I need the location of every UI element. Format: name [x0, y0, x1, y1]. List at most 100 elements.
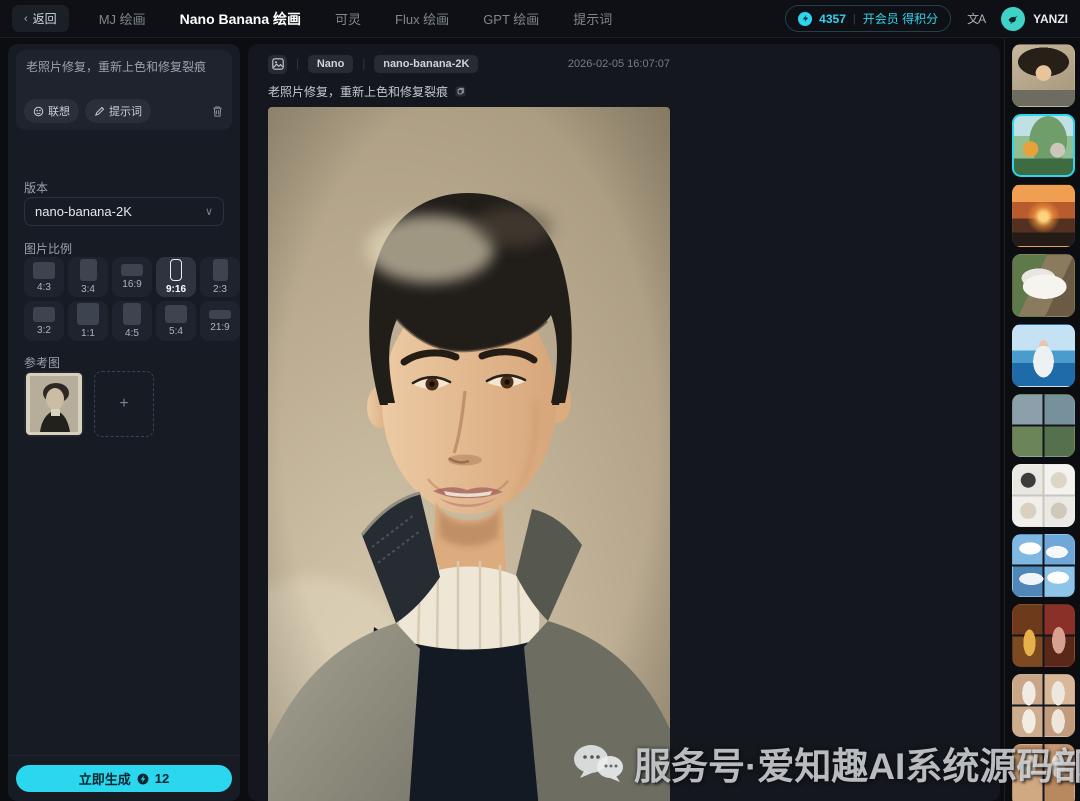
prompt-helper-label: 提示词	[109, 106, 142, 118]
history-thumbnail-shoes-grid[interactable]	[1012, 464, 1075, 527]
history-thumbnail-girl-by-sea[interactable]	[1012, 324, 1075, 387]
history-gallery	[1004, 38, 1080, 801]
copy-icon[interactable]	[454, 85, 467, 98]
cost-coin-icon	[137, 773, 149, 784]
tab-GPT 绘画[interactable]: GPT 绘画	[483, 9, 539, 28]
reference-label: 参考图	[24, 356, 61, 370]
avatar	[1001, 6, 1026, 31]
ratio-tile-label: 5:4	[169, 326, 183, 337]
ratio-shape-icon	[170, 259, 182, 281]
username: YANZI	[1033, 11, 1068, 26]
navbar-right: 4357 | 开会员 得积分 文A YANZI	[785, 5, 1068, 32]
membership-link[interactable]: 开会员 得积分	[863, 10, 938, 27]
tab-可灵[interactable]: 可灵	[335, 9, 361, 28]
ratio-tile-label: 9:16	[165, 284, 186, 295]
reference-row: +	[24, 371, 154, 437]
divider: |	[362, 58, 366, 70]
translate-icon[interactable]: 文A	[967, 10, 986, 27]
history-thumbnail-stream-rocks-grid[interactable]	[1012, 394, 1075, 457]
ratio-tile-label: 16:9	[122, 279, 142, 290]
generated-image[interactable]	[268, 107, 670, 801]
add-reference-button[interactable]: +	[94, 371, 154, 437]
ratio-tile-2:3[interactable]: 2:3	[200, 257, 240, 297]
tab-Flux 绘画[interactable]: Flux 绘画	[395, 9, 449, 28]
ratio-tile-label: 4:3	[37, 281, 51, 293]
model-badge: Nano	[307, 55, 354, 73]
ratio-tile-label: 1:1	[81, 328, 95, 339]
associate-button[interactable]: 联想	[24, 99, 79, 123]
version-select[interactable]: nano-banana-2K ∨	[24, 197, 224, 226]
version-badge: nano-banana-2K	[374, 55, 479, 73]
ratio-tile-3:4[interactable]: 3:4	[68, 257, 108, 297]
image-type-icon	[268, 54, 287, 74]
ratio-shape-icon	[33, 261, 55, 279]
coin-icon	[798, 11, 813, 26]
ratio-shape-icon	[33, 306, 55, 322]
ratio-grid: 4:3 3:4 16:9 9:16 2:3 3:2 1:1 4:5 5:4 21:9	[24, 257, 240, 341]
back-label: 返回	[32, 12, 57, 26]
history-thumbnail-white-sneaker[interactable]	[1012, 254, 1075, 317]
history-thumbnail-monkey-king[interactable]	[1012, 114, 1075, 177]
prompt-input[interactable]: 老照片修复，重新上色和修复裂痕	[26, 58, 222, 96]
ratio-tile-9:16[interactable]: 9:16	[156, 257, 196, 297]
ratio-shape-icon	[209, 309, 231, 319]
pen-icon	[95, 106, 105, 116]
ratio-tile-16:9[interactable]: 16:9	[112, 257, 152, 297]
prompt-toolbar: 联想 提示词	[24, 99, 224, 123]
ratio-shape-icon	[77, 303, 99, 325]
tab-MJ 绘画[interactable]: MJ 绘画	[99, 9, 146, 28]
version-label: 版本	[24, 181, 49, 195]
ratio-tile-label: 2:3	[213, 284, 227, 295]
main-panel: | Nano | nano-banana-2K 2026-02-05 16:07…	[248, 44, 1000, 801]
tab-Nano Banana 绘画[interactable]: Nano Banana 绘画	[180, 9, 301, 29]
ratio-tile-label: 3:2	[37, 324, 51, 336]
magic-icon	[33, 106, 44, 116]
message-header: | Nano | nano-banana-2K 2026-02-05 16:07…	[268, 54, 670, 74]
user-menu[interactable]: YANZI	[1001, 6, 1068, 31]
credits-pill[interactable]: 4357 | 开会员 得积分	[785, 5, 952, 32]
nav-tabs: MJ 绘画 Nano Banana 绘画 可灵 Flux 绘画 GPT 绘画 提示词	[99, 9, 613, 29]
ratio-tile-1:1[interactable]: 1:1	[68, 301, 108, 341]
ratio-tile-21:9[interactable]: 21:9	[200, 301, 240, 341]
credits-count: 4357	[819, 11, 846, 26]
history-thumbnail-sunset-crabs[interactable]	[1012, 184, 1075, 247]
trash-icon[interactable]	[211, 105, 224, 118]
ratio-tile-label: 21:9	[210, 321, 230, 333]
ratio-shape-icon	[212, 259, 228, 281]
chevron-left-icon: ‹	[24, 12, 28, 25]
message-prompt-row: 老照片修复，重新上色和修复裂痕	[268, 83, 670, 100]
generate-cost: 12	[154, 771, 170, 786]
history-thumbnail-red-dress-grid[interactable]	[1012, 604, 1075, 667]
tab-提示词[interactable]: 提示词	[573, 9, 612, 28]
generate-label: 立即生成	[78, 772, 131, 787]
generate-button[interactable]: 立即生成 12	[16, 765, 232, 792]
ratio-tile-5:4[interactable]: 5:4	[156, 301, 196, 341]
version-value: nano-banana-2K	[35, 204, 132, 219]
prompt-card: 老照片修复，重新上色和修复裂痕 联想 提示词	[16, 50, 232, 130]
reference-old-photo	[26, 373, 82, 435]
history-thumbnail-sky-clouds-grid[interactable]	[1012, 534, 1075, 597]
message-prompt-text: 老照片修复，重新上色和修复裂痕	[268, 85, 449, 99]
back-button[interactable]: ‹ 返回	[12, 5, 69, 32]
history-thumbnail-restored-portrait[interactable]	[1012, 44, 1075, 107]
left-sidebar: 老照片修复，重新上色和修复裂痕 联想 提示词 版本 nano-banana-2K…	[8, 44, 240, 801]
plus-icon: +	[119, 395, 129, 412]
ratio-tile-4:5[interactable]: 4:5	[112, 301, 152, 341]
ratio-shape-icon	[79, 259, 97, 281]
ratio-shape-icon	[123, 303, 141, 325]
ratio-tile-4:3[interactable]: 4:3	[24, 257, 64, 297]
ratio-tile-label: 3:4	[81, 284, 95, 295]
history-thumbnail-girls-grid[interactable]	[1012, 744, 1075, 801]
generation-message: | Nano | nano-banana-2K 2026-02-05 16:07…	[268, 54, 670, 100]
history-thumbnail-white-outfit-grid[interactable]	[1012, 674, 1075, 737]
sidebar-footer: 立即生成 12	[8, 755, 240, 801]
chevron-down-icon: ∨	[204, 206, 213, 218]
timestamp: 2026-02-05 16:07:07	[567, 58, 670, 70]
reference-image-thumbnail[interactable]	[24, 371, 84, 437]
divider: |	[296, 58, 299, 70]
prompt-helper-button[interactable]: 提示词	[85, 99, 151, 123]
ratio-section-label: 图片比例	[24, 242, 73, 256]
ratio-tile-3:2[interactable]: 3:2	[24, 301, 64, 341]
ratio-shape-icon	[165, 305, 187, 323]
top-navbar: ‹ 返回 MJ 绘画 Nano Banana 绘画 可灵 Flux 绘画 GPT 绘画 提…	[0, 0, 1080, 38]
